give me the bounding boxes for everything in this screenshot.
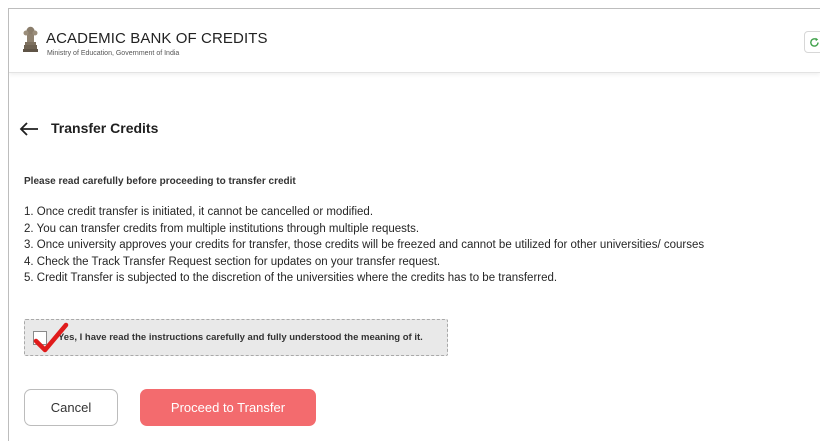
proceed-to-transfer-button[interactable]: Proceed to Transfer <box>140 389 316 426</box>
cancel-button[interactable]: Cancel <box>24 389 118 426</box>
refresh-icon <box>810 37 819 47</box>
national-emblem-icon <box>23 26 38 52</box>
instruction-list: 1. Once credit transfer is initiated, it… <box>24 204 704 287</box>
instruction-item: 1. Once credit transfer is initiated, it… <box>24 206 374 218</box>
header-action-button[interactable] <box>804 31 820 53</box>
consent-checkbox[interactable] <box>33 331 47 345</box>
app-title: ACADEMIC BANK OF CREDITS <box>46 30 268 47</box>
top-header: ACADEMIC BANK OF CREDITS Ministry of Edu… <box>9 9 820 73</box>
app-frame: ACADEMIC BANK OF CREDITS Ministry of Edu… <box>8 8 820 441</box>
instruction-item: 4. Check the Track Transfer Request sect… <box>24 255 441 268</box>
instruction-item: 5. Credit Transfer is subjected to the d… <box>24 272 558 284</box>
instruction-item: 2. You can transfer credits from multipl… <box>24 222 420 235</box>
consent-label: Yes, I have read the instructions carefu… <box>58 332 423 343</box>
app-subtitle: Ministry of Education, Government of Ind… <box>47 50 180 57</box>
instruction-item: 3. Once university approves your credits… <box>24 239 705 251</box>
consent-box: Yes, I have read the instructions carefu… <box>24 319 448 356</box>
arrow-left-icon[interactable] <box>19 121 39 137</box>
instruction-notice: Please read carefully before proceeding … <box>24 176 296 187</box>
page-title: Transfer Credits <box>51 120 159 136</box>
